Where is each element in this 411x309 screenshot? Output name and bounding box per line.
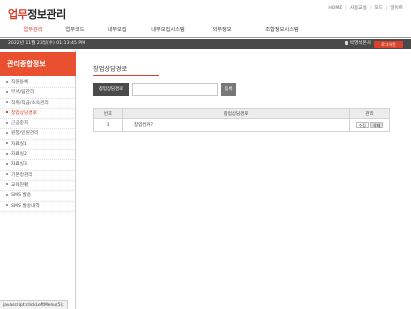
sidebar-item[interactable]: 부서/팀관리 xyxy=(0,88,75,99)
col-header-manage: 관리 xyxy=(349,108,390,119)
sidebar-item[interactable]: 근공중지 xyxy=(0,119,75,130)
bullet-icon xyxy=(6,183,8,186)
sidebar-item-label: 기본정관리 xyxy=(11,172,33,178)
sidebar-item[interactable]: 창업상담경로 xyxy=(0,109,75,120)
col-header-route: 창업상담경로 xyxy=(122,108,350,119)
sidebar-item-label: 자료실1 xyxy=(11,141,27,147)
delete-button[interactable]: 삭제 xyxy=(370,121,384,128)
status-bar: 2022년 11월 23일(수) 01:13:45 PM 박영석본사 로그아웃 xyxy=(0,39,411,49)
sidebar-item-label: 근공중지 xyxy=(11,121,29,127)
toplink-3[interactable]: 일이트 xyxy=(390,6,403,11)
gnb-item-3[interactable]: 내부모집 xyxy=(98,24,136,37)
bullet-icon xyxy=(6,204,8,207)
top-header: 업무정보관리 HOME | 사용교실 | 모드 | 일이트 xyxy=(0,0,411,22)
sidebar-item-label: 창업상담경로 xyxy=(11,110,37,116)
bullet-icon xyxy=(6,162,8,165)
sidebar-item[interactable]: 자료실3 xyxy=(0,160,75,171)
separator: | xyxy=(369,6,372,11)
gnb-item-1[interactable]: 업무관리 xyxy=(14,24,52,37)
gnb-item-5[interactable]: 외부정보 xyxy=(198,24,246,37)
edit-button[interactable]: 수정 xyxy=(355,121,369,128)
bullet-icon xyxy=(6,173,8,176)
sidebar-item-label: SMS 발송내역 xyxy=(11,203,40,209)
row-route-name: 창업컨커? xyxy=(122,118,350,132)
bullet-icon xyxy=(6,152,8,155)
sidebar-item-label: SMS 발송 xyxy=(11,193,32,199)
sidebar-item-label: 원청/인원관리 xyxy=(11,131,39,137)
bullet-icon xyxy=(6,80,8,83)
title-underline xyxy=(93,75,159,76)
toplink-1[interactable]: 사용교실 xyxy=(350,6,367,11)
bullet-icon xyxy=(6,121,8,124)
user-icon xyxy=(344,40,348,45)
gnb-item-6[interactable]: 조합정보시스템 xyxy=(252,24,312,37)
sidebar: 관리종합정보 직원등록부서/팀관리직위/직급/소속관리창업상담경로근공중지원청/… xyxy=(0,50,76,309)
row-number: 1 xyxy=(93,118,123,132)
table-row: 1 창업컨커? 수정 삭제 xyxy=(93,118,390,132)
bullet-icon xyxy=(6,101,8,104)
sidebar-item[interactable]: 직위/직급/소속관리 xyxy=(0,99,75,109)
toplink-2[interactable]: 모드 xyxy=(374,6,382,11)
gnb-item-4[interactable]: 내부모집시스템 xyxy=(140,24,196,37)
gnb-divider xyxy=(0,37,411,38)
bullet-icon xyxy=(6,142,8,145)
browser-status-text: javascript:clickLeftMenu(5); xyxy=(0,300,68,309)
sidebar-item-label: 자료실2 xyxy=(11,152,27,158)
sidebar-item[interactable]: SMS 발송 xyxy=(0,191,75,202)
sidebar-item-label: 부서/팀관리 xyxy=(11,90,35,96)
toplink-home[interactable]: HOME xyxy=(328,6,342,11)
sidebar-item[interactable]: 원청/인원관리 xyxy=(0,129,75,140)
sidebar-title: 관리종합정보 xyxy=(0,52,76,76)
sidebar-item-label: 자료실3 xyxy=(11,162,27,168)
app-logo[interactable]: 업무정보관리 xyxy=(8,6,66,22)
route-table: 번호 창업상담경로 관리 1 창업컨커? 수정 삭제 xyxy=(93,108,390,132)
bullet-icon xyxy=(6,111,8,114)
row-actions: 수정 삭제 xyxy=(349,118,390,132)
sidebar-item[interactable]: 자료실1 xyxy=(0,140,75,151)
sidebar-item[interactable]: SMS 발송내역 xyxy=(0,202,75,212)
bullet-icon xyxy=(6,90,8,93)
logo-text: 정보관리 xyxy=(27,8,66,21)
current-datetime: 2022년 11월 23일(수) 01:13:45 PM xyxy=(8,41,86,46)
route-name-input[interactable] xyxy=(132,83,218,96)
sidebar-item[interactable]: 직원등록 xyxy=(0,78,75,89)
page-title: 창업상담경로 xyxy=(93,66,128,73)
col-header-number: 번호 xyxy=(93,108,123,119)
sidebar-item-label: 직원등록 xyxy=(11,80,29,85)
sidebar-item[interactable]: 자료실2 xyxy=(0,150,75,161)
sidebar-item-label: 교육현황 xyxy=(11,182,29,188)
table-header-row: 번호 창업상담경로 관리 xyxy=(93,108,390,119)
category-label-button[interactable]: 창업상담경로 xyxy=(93,83,129,96)
sidebar-menu: 직원등록부서/팀관리직위/직급/소속관리창업상담경로근공중지원청/인원관리자료실… xyxy=(0,78,75,212)
separator: | xyxy=(385,6,388,11)
gnb-item-2[interactable]: 업무코드 xyxy=(56,24,94,37)
bullet-icon xyxy=(6,131,8,134)
logo-accent: 업무 xyxy=(8,8,28,21)
user-info: 박영석본사 xyxy=(344,39,371,49)
bullet-icon xyxy=(6,193,8,196)
sidebar-item[interactable]: 교육현황 xyxy=(0,181,75,192)
top-links: HOME | 사용교실 | 모드 | 일이트 xyxy=(328,5,403,11)
separator: | xyxy=(345,6,347,11)
user-name: 박영석본사 xyxy=(349,41,371,46)
logout-button[interactable]: 로그아웃 xyxy=(374,40,403,48)
register-button[interactable]: 등록 xyxy=(221,83,236,96)
sidebar-item-label: 직위/직급/소속관리 xyxy=(11,100,49,106)
main-content: 창업상담경로 창업상담경로 등록 번호 창업상담경로 관리 1 창업컨커? 수정… xyxy=(76,50,411,309)
global-nav: 업무관리 업무코드 내부모집 내부모집시스템 외부정보 조합정보시스템 xyxy=(0,24,411,38)
sidebar-item[interactable]: 기본정관리 xyxy=(0,171,75,181)
